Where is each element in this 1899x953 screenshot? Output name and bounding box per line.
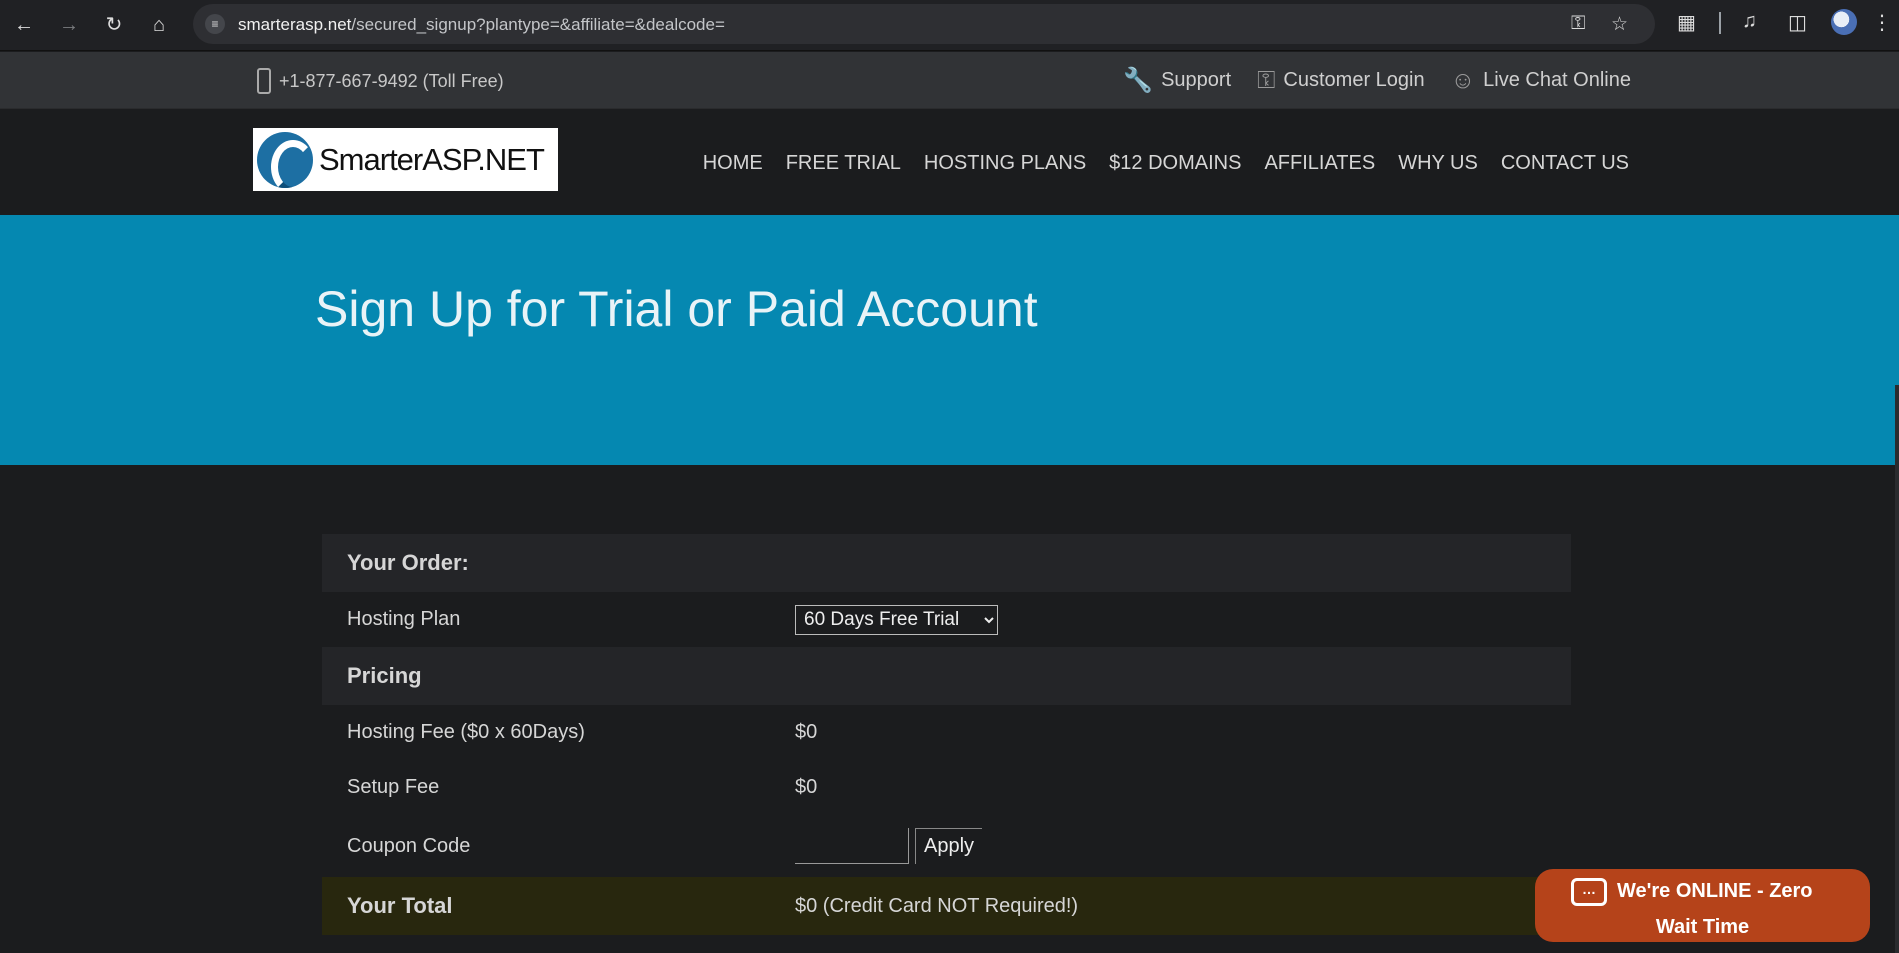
live-chat-widget[interactable]: … We're ONLINE - Zero Wait Time (1535, 869, 1870, 942)
nav-affiliates[interactable]: AFFILIATES (1264, 152, 1375, 175)
page-scrollbar[interactable] (1895, 215, 1899, 953)
profile-avatar[interactable] (1831, 9, 1857, 35)
support-label: Support (1161, 69, 1232, 91)
menu-kebab-icon[interactable]: ⋮ (1872, 10, 1892, 35)
home-icon[interactable]: ⌂ (144, 10, 174, 40)
order-heading: Your Order: (347, 550, 469, 575)
pricing-heading-row: Pricing (322, 647, 1571, 705)
back-icon[interactable]: ← (9, 10, 39, 40)
setup-fee-value: $0 (795, 776, 818, 798)
bookmark-star-icon[interactable]: ☆ (1611, 13, 1628, 36)
side-panel-icon[interactable]: ◫ (1788, 10, 1807, 35)
media-controls-icon[interactable]: ♫ (1742, 10, 1757, 33)
chat-agent-icon: ☺ (1450, 66, 1476, 94)
main-nav: HOME FREE TRIAL HOSTING PLANS $12 DOMAIN… (703, 152, 1629, 175)
total-value: $0 (Credit Card NOT Required!) (795, 894, 1079, 917)
url-text[interactable]: smarterasp.net/secured_signup?plantype=&… (238, 15, 725, 35)
nav-domains[interactable]: $12 DOMAINS (1109, 152, 1241, 175)
site-header: SmarterASP.NET HOME FREE TRIAL HOSTING P… (0, 110, 1899, 215)
pricing-heading: Pricing (347, 663, 422, 688)
hosting-fee-label: Hosting Fee ($0 x 60Days) (347, 721, 585, 743)
hosting-plan-cell: 60 Days Free Trial (795, 604, 998, 635)
scrollbar-thumb[interactable] (1895, 215, 1899, 385)
hosting-fee-row: Hosting Fee ($0 x 60Days) $0 (322, 705, 1571, 760)
live-chat-link[interactable]: ☺ Live Chat Online (1451, 66, 1631, 95)
nav-hosting-plans[interactable]: HOSTING PLANS (924, 152, 1086, 175)
order-heading-row: Your Order: (322, 534, 1571, 592)
hosting-plan-select[interactable]: 60 Days Free Trial (795, 604, 998, 635)
key-icon: ⚿ (1257, 66, 1276, 94)
hosting-plan-label: Hosting Plan (347, 608, 461, 630)
logo-text: SmarterASP.NET (319, 141, 545, 177)
order-summary: Your Order: Hosting Plan 60 Days Free Tr… (322, 534, 1571, 935)
customer-login-label: Customer Login (1283, 69, 1425, 91)
phone-contact: +1-877-667-9492 (Toll Free) (257, 68, 504, 94)
coupon-label: Coupon Code (347, 834, 471, 857)
support-link[interactable]: 🔧 Support (1123, 66, 1231, 95)
top-info-bar: +1-877-667-9492 (Toll Free) 🔧 Support ⚿ … (0, 52, 1899, 109)
live-chat-label: Live Chat Online (1483, 69, 1631, 91)
forward-icon[interactable]: → (54, 10, 84, 40)
password-key-icon[interactable]: ⚿ (1571, 13, 1585, 35)
coupon-row: Coupon Code Apply (322, 815, 1571, 877)
wrench-icon: 🔧 (1123, 67, 1154, 94)
coupon-controls: Apply (795, 828, 983, 864)
address-bar[interactable]: ≡ smarterasp.net/secured_signup?plantype… (193, 4, 1655, 44)
site-logo[interactable]: SmarterASP.NET (253, 128, 558, 191)
hosting-fee-value: $0 (795, 721, 818, 743)
apply-coupon-button[interactable]: Apply (915, 828, 983, 864)
reload-icon[interactable]: ↻ (99, 10, 129, 40)
top-links: 🔧 Support ⚿ Customer Login ☺ Live Chat O… (1123, 66, 1631, 95)
total-row: Your Total $0 (Credit Card NOT Required!… (322, 877, 1571, 935)
phone-icon (257, 68, 271, 94)
nav-contact-us[interactable]: CONTACT US (1501, 152, 1629, 175)
extensions-icon[interactable]: ▦ (1677, 10, 1696, 35)
site-info-icon[interactable]: ≡ (205, 14, 225, 34)
hosting-plan-row: Hosting Plan 60 Days Free Trial (322, 592, 1571, 647)
chat-widget-line2: Wait Time (1655, 916, 1750, 938)
chat-widget-line1: We're ONLINE - Zero (1617, 880, 1813, 902)
nav-home[interactable]: HOME (703, 152, 763, 175)
total-label: Your Total (347, 893, 453, 918)
setup-fee-row: Setup Fee $0 (322, 760, 1571, 815)
phone-number: +1-877-667-9492 (Toll Free) (279, 70, 504, 91)
toolbar-divider (1719, 12, 1721, 34)
logo-mark-icon (257, 131, 313, 188)
customer-login-link[interactable]: ⚿ Customer Login (1257, 66, 1424, 95)
nav-free-trial[interactable]: FREE TRIAL (786, 152, 901, 175)
coupon-input[interactable] (795, 828, 909, 864)
page-title: Sign Up for Trial or Paid Account (315, 281, 1038, 337)
nav-why-us[interactable]: WHY US (1398, 152, 1478, 175)
setup-fee-label: Setup Fee (347, 776, 440, 798)
hero-banner: Sign Up for Trial or Paid Account (0, 215, 1895, 465)
chat-bubble-icon: … (1571, 878, 1607, 906)
browser-toolbar: ← → ↻ ⌂ ≡ smarterasp.net/secured_signup?… (0, 0, 1899, 51)
